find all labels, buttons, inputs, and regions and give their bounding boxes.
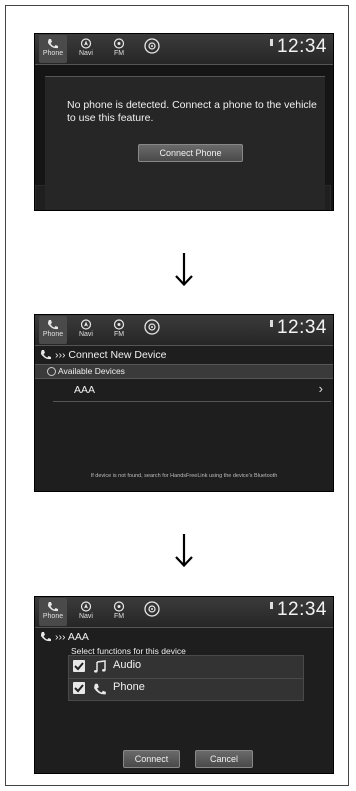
clock: 12:34 — [276, 36, 327, 57]
nav-phone-label: Phone — [42, 613, 64, 620]
screen-title-bar: ››› AAA — [35, 628, 333, 646]
breadcrumb-chevrons-icon: ››› — [55, 631, 68, 643]
available-devices-header: Available Devices — [35, 364, 333, 379]
music-note-icon — [94, 660, 106, 673]
device-name: AAA — [74, 384, 96, 396]
device-list-item[interactable]: AAA › — [53, 379, 331, 402]
cancel-button[interactable]: Cancel — [195, 750, 253, 768]
function-label: Audio — [113, 659, 142, 671]
page-title-text: AAA — [67, 631, 89, 643]
nav-fm-button[interactable]: FM — [105, 35, 133, 63]
arrow-down-icon — [175, 534, 193, 567]
nav-phone-button[interactable]: Phone — [39, 316, 67, 344]
nav-navi-button[interactable]: Navi — [72, 316, 100, 344]
battery-icon — [270, 320, 273, 327]
checkmark-icon — [74, 662, 84, 671]
phone-icon — [41, 350, 51, 360]
phone-icon — [48, 39, 58, 49]
nav-fm-label: FM — [113, 331, 125, 338]
battery-icon — [270, 602, 273, 609]
phone-icon — [48, 320, 58, 330]
breadcrumb-chevrons-icon: ››› — [55, 349, 69, 361]
nav-navi-button[interactable]: Navi — [72, 35, 100, 63]
connect-button[interactable]: Connect — [123, 750, 180, 768]
nav-fm-label: FM — [113, 50, 125, 57]
available-devices-label: Available Devices — [58, 366, 125, 376]
top-bar: Phone Navi FM 12:34 — [35, 597, 333, 628]
screen-no-phone: Phone Navi FM 12:34 No phone is detected… — [34, 33, 334, 211]
checkmark-icon — [74, 684, 84, 693]
navi-icon — [80, 601, 92, 612]
audio-source-icon — [144, 601, 160, 617]
audio-source-icon — [144, 319, 160, 335]
nav-fm-label: FM — [113, 613, 125, 620]
top-bar: Phone Navi FM 12:34 — [35, 34, 333, 65]
nav-audio-source-button[interactable] — [138, 35, 166, 63]
radio-icon — [113, 38, 125, 49]
phone-icon — [94, 683, 106, 695]
nav-navi-label: Navi — [78, 613, 93, 620]
radio-icon — [113, 319, 125, 330]
nav-navi-button[interactable]: Navi — [72, 598, 100, 626]
chevron-right-icon: › — [318, 381, 323, 396]
audio-source-icon — [144, 38, 160, 54]
page-title: ››› Connect New Device — [55, 349, 166, 361]
bluetooth-hint: If device is not found, search for Hands… — [90, 473, 278, 479]
nav-phone-button[interactable]: Phone — [39, 35, 67, 63]
navi-icon — [80, 319, 92, 330]
nav-phone-label: Phone — [42, 50, 64, 57]
nav-audio-source-button[interactable] — [138, 598, 166, 626]
phone-icon — [48, 602, 58, 612]
function-phone-row[interactable]: Phone — [69, 678, 303, 700]
instruction-frame: Phone Navi FM 12:34 No phone is detected… — [5, 5, 349, 786]
function-label: Phone — [113, 681, 145, 693]
page-title-text: Connect New Device — [68, 349, 167, 361]
screen-connect-new-device: Phone Navi FM 12:34 ››› Connect New Devi… — [34, 314, 334, 492]
battery-icon — [270, 39, 273, 46]
loading-spinner-icon — [47, 367, 56, 376]
dialog-message: No phone is detected. Connect a phone to… — [67, 99, 317, 124]
nav-navi-label: Navi — [78, 50, 93, 57]
audio-checkbox[interactable] — [73, 660, 85, 672]
radio-icon — [113, 601, 125, 612]
nav-fm-button[interactable]: FM — [105, 316, 133, 344]
functions-list: Audio Phone — [68, 655, 304, 701]
arrow-down-icon — [175, 253, 193, 286]
nav-navi-label: Navi — [78, 331, 93, 338]
clock: 12:34 — [276, 317, 327, 338]
nav-phone-label: Phone — [42, 331, 64, 338]
page-title: ››› AAA — [55, 631, 89, 643]
nav-fm-button[interactable]: FM — [105, 598, 133, 626]
screen-title-bar: ››› Connect New Device — [35, 346, 333, 364]
function-audio-row[interactable]: Audio — [69, 656, 303, 679]
nav-audio-source-button[interactable] — [138, 316, 166, 344]
screen-select-functions: Phone Navi FM 12:34 ››› AAA Select funct… — [34, 596, 334, 774]
connect-phone-button[interactable]: Connect Phone — [138, 144, 243, 162]
phone-checkbox[interactable] — [73, 682, 85, 694]
phone-icon — [41, 632, 51, 642]
no-phone-dialog: No phone is detected. Connect a phone to… — [45, 76, 325, 210]
top-bar: Phone Navi FM 12:34 — [35, 315, 333, 346]
navi-icon — [80, 38, 92, 49]
clock: 12:34 — [276, 599, 327, 620]
nav-phone-button[interactable]: Phone — [39, 598, 67, 626]
